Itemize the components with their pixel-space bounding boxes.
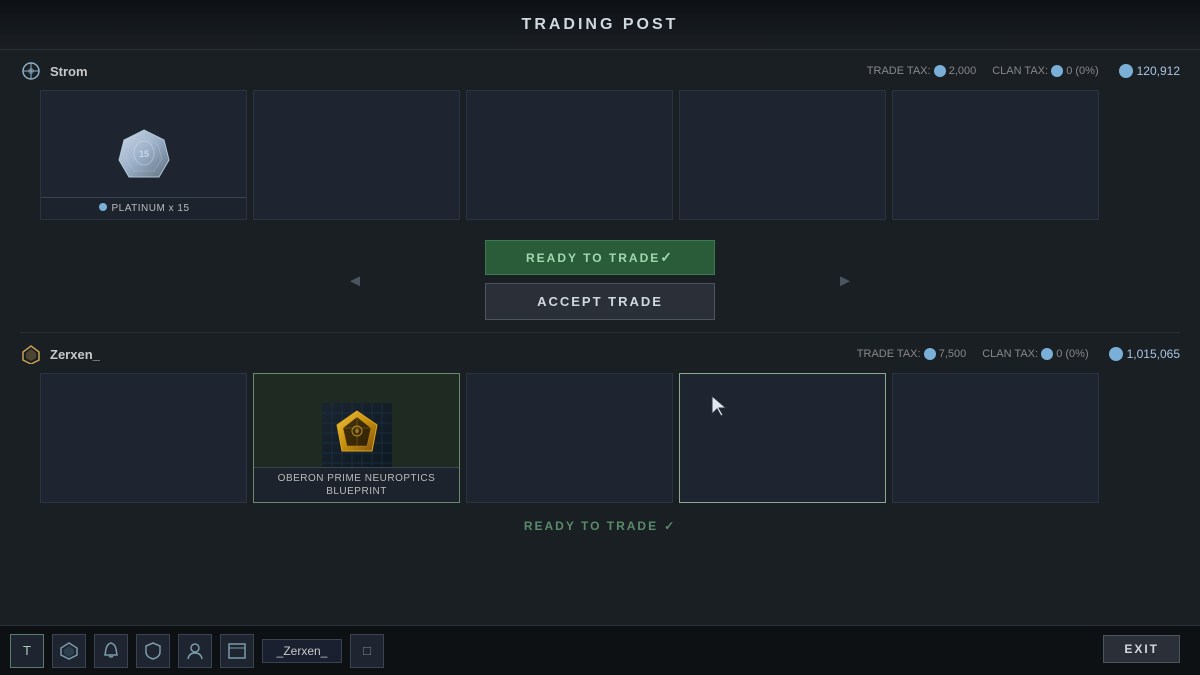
plat-icon-tax2 [924,348,936,360]
main-content: Strom TRADE TAX: 2,000 CLAN TAX: 0 (0%) [0,50,1200,670]
player1-tax: TRADE TAX: 2,000 CLAN TAX: 0 (0%) [867,65,1099,77]
accept-trade-button[interactable]: ACCEPT TRADE [485,283,715,320]
blueprint-item-icon [322,403,392,473]
trade-actions: ◂ READY TO TRADE ✓ ACCEPT TRADE ▸ [0,228,1200,332]
page-title: TRADING POST [522,16,679,34]
player2-slot-5[interactable] [892,373,1099,503]
player2-name: Zerxen_ [20,343,100,365]
plat-icon-clan2 [1041,348,1053,360]
bottom-btn-extra[interactable]: □ [350,634,384,668]
bottom-btn-t[interactable]: T [10,634,44,668]
plat-icon-small [98,202,108,215]
exit-button[interactable]: EXIT [1103,635,1180,663]
cursor-icon [710,394,730,423]
player1-item-grid: 15 PLATINUM x 15 [20,90,1180,220]
bottom-btn-warframe[interactable] [52,634,86,668]
plat-icon-amount2 [1109,347,1123,361]
player2-slot-4[interactable] [679,373,886,503]
arrow-right-icon: ▸ [840,268,850,293]
player1-icon [20,60,42,82]
player1-header: Strom TRADE TAX: 2,000 CLAN TAX: 0 (0%) [20,60,1180,82]
bottom-bar: T _Zerxen_ □ EXIT [0,625,1200,675]
plat-icon-clan1 [1051,65,1063,77]
player2-header: Zerxen_ TRADE TAX: 7,500 CLAN TAX: 0 (0%… [20,343,1180,365]
arrow-left-icon: ◂ [350,268,360,293]
player2-icon [20,343,42,365]
player1-slot-1[interactable]: 15 PLATINUM x 15 [40,90,247,220]
bottom-btn-shield[interactable] [136,634,170,668]
platinum-item-icon: 15 [114,125,174,185]
player2-platinum: 1,015,065 [1109,347,1180,361]
player1-slot-4[interactable] [679,90,886,220]
ready-checkmark-icon: ✓ [660,249,674,266]
player2-slot-2[interactable]: OBERON PRIME NEUROPTICS BLUEPRINT [253,373,460,503]
ready-to-trade-button[interactable]: READY TO TRADE ✓ [485,240,715,275]
player1-name: Strom [20,60,88,82]
player2-slot-2-label: OBERON PRIME NEUROPTICS BLUEPRINT [254,467,459,502]
top-bar: TRADING POST [0,0,1200,50]
player1-platinum: 120,912 [1119,64,1180,78]
bottom-btn-trade[interactable] [220,634,254,668]
player1-slot-5[interactable] [892,90,1099,220]
player1-slot-1-label: PLATINUM x 15 [41,197,246,219]
player2-tax: TRADE TAX: 7,500 CLAN TAX: 0 (0%) [857,348,1089,360]
ready-check-icon: ✓ [664,519,676,533]
player1-slot-2[interactable] [253,90,460,220]
player1-slot-3[interactable] [466,90,673,220]
player2-slot-3[interactable] [466,373,673,503]
player2-slot-1[interactable] [40,373,247,503]
player1-stats: TRADE TAX: 2,000 CLAN TAX: 0 (0%) 120,91… [867,64,1180,78]
plat-icon-tax1 [934,65,946,77]
svg-text:15: 15 [138,149,148,159]
player2-section: Zerxen_ TRADE TAX: 7,500 CLAN TAX: 0 (0%… [0,333,1200,511]
player2-stats: TRADE TAX: 7,500 CLAN TAX: 0 (0%) 1,015,… [857,347,1180,361]
player1-section: Strom TRADE TAX: 2,000 CLAN TAX: 0 (0%) [0,50,1200,228]
username-display[interactable]: _Zerxen_ [262,639,342,663]
bottom-btn-profile[interactable] [178,634,212,668]
player2-ready-status: READY TO TRADE ✓ [0,511,1200,533]
plat-icon-amount1 [1119,64,1133,78]
bottom-btn-bell[interactable] [94,634,128,668]
player2-item-grid: OBERON PRIME NEUROPTICS BLUEPRINT [20,373,1180,503]
